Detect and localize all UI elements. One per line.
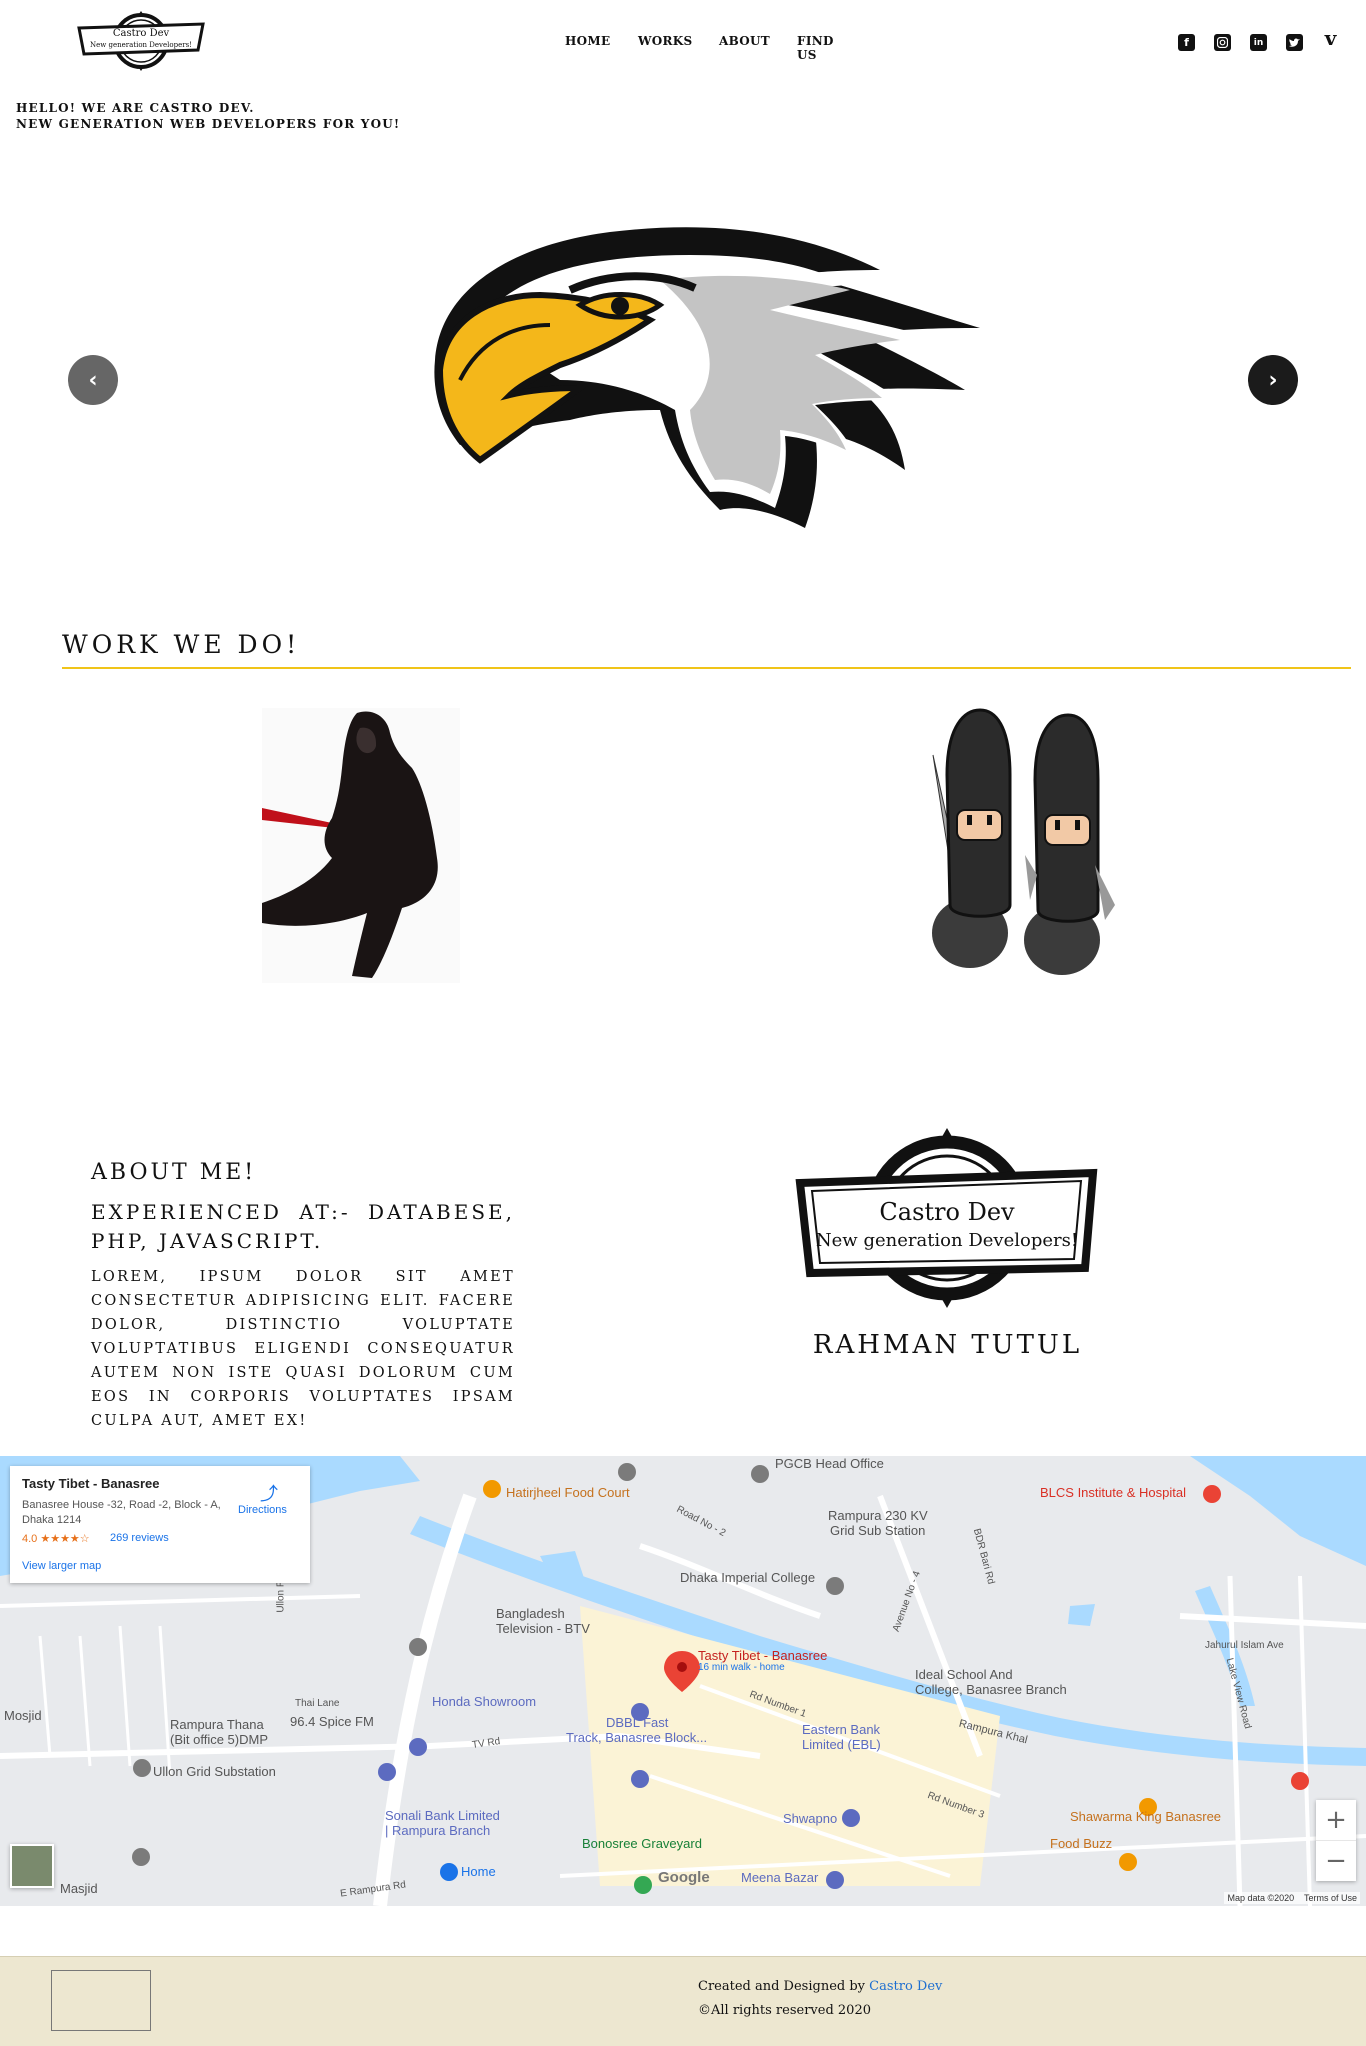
work-image-ninjas[interactable] bbox=[925, 705, 1135, 980]
nav-works[interactable]: WORKS bbox=[638, 34, 693, 48]
instagram-icon[interactable] bbox=[1214, 34, 1231, 51]
zoom-out-button[interactable]: − bbox=[1316, 1841, 1356, 1881]
map-label-honda[interactable]: Honda Showroom bbox=[432, 1694, 536, 1709]
social-links: f in v bbox=[1178, 26, 1343, 54]
carousel-prev-button[interactable]: ‹ bbox=[68, 355, 118, 405]
about-logo: Castro Dev New generation Developers! bbox=[795, 1128, 1098, 1308]
map-label-imperial[interactable]: Dhaka Imperial College bbox=[680, 1570, 815, 1585]
map-label-sonali1[interactable]: Sonali Bank Limited bbox=[385, 1808, 500, 1823]
site-logo[interactable]: Castro Dev New generation Developers! bbox=[76, 10, 206, 72]
map-label-tasty[interactable]: Tasty Tibet - Banasree bbox=[698, 1648, 827, 1663]
map-label-meena[interactable]: Meena Bazar bbox=[741, 1870, 818, 1885]
about-experience: EXPERIENCED AT:- DATABESE, PHP, JAVASCRI… bbox=[91, 1200, 515, 1253]
map-label-foodbuzz[interactable]: Food Buzz bbox=[1050, 1836, 1112, 1851]
location-map[interactable]: Hatirjheel Food Court PGCB Head Office R… bbox=[0, 1456, 1366, 1906]
map-place-title: Tasty Tibet - Banasree bbox=[22, 1476, 160, 1491]
map-attribution: Map data ©2020 Terms of Use bbox=[1224, 1892, 1360, 1904]
map-data-text: Map data ©2020 bbox=[1227, 1893, 1295, 1903]
twitter-icon[interactable] bbox=[1286, 34, 1303, 51]
satellite-toggle[interactable] bbox=[10, 1844, 54, 1888]
map-label-masjid[interactable]: Masjid bbox=[60, 1881, 98, 1896]
hero-carousel: ‹ › bbox=[0, 170, 1366, 590]
map-reviews-link[interactable]: 269 reviews bbox=[110, 1532, 169, 1544]
map-zoom-control: + − bbox=[1316, 1800, 1356, 1881]
map-label-shawarma[interactable]: Shawarma King Banasree bbox=[1070, 1809, 1221, 1824]
footer-credit: Created and Designed by Castro Dev bbox=[698, 1979, 942, 1994]
eagle-image bbox=[434, 227, 980, 529]
map-label-thana2[interactable]: (Bit office 5)DMP bbox=[170, 1732, 268, 1747]
about-logo-line1: Castro Dev bbox=[879, 1198, 1015, 1226]
footer-credit-prefix: Created and Designed by bbox=[698, 1979, 870, 1994]
map-label-hatirjheel[interactable]: Hatirjheel Food Court bbox=[506, 1485, 630, 1500]
about-heading: ABOUT ME! bbox=[91, 1160, 257, 1185]
footer-rights: ©All rights reserved 2020 bbox=[698, 2003, 871, 2018]
map-info-card: Tasty Tibet - Banasree Banasree House -3… bbox=[10, 1466, 310, 1583]
vimeo-icon[interactable]: v bbox=[1322, 26, 1339, 50]
map-label-ebl1[interactable]: Eastern Bank bbox=[802, 1722, 880, 1737]
site-logo-graphic: Castro Dev New generation Developers! bbox=[77, 11, 205, 71]
logo-line1: Castro Dev bbox=[113, 28, 170, 39]
map-label-shwapno[interactable]: Shwapno bbox=[783, 1811, 837, 1826]
owner-name: RAHMAN TUTUL bbox=[812, 1330, 1083, 1360]
map-label-ideal1[interactable]: Ideal School And bbox=[915, 1667, 1013, 1682]
map-label-thailane: Thai Lane bbox=[295, 1698, 340, 1709]
work-divider bbox=[62, 667, 1351, 669]
google-logo: Google bbox=[658, 1869, 710, 1886]
facebook-icon[interactable]: f bbox=[1178, 34, 1195, 51]
map-label-ullon[interactable]: Ullon Grid Substation bbox=[153, 1764, 276, 1779]
map-label-dbbl1[interactable]: DBBL Fast bbox=[606, 1715, 668, 1730]
map-label-pgcb[interactable]: PGCB Head Office bbox=[775, 1456, 884, 1471]
terms-of-use-link[interactable]: Terms of Use bbox=[1304, 1893, 1357, 1903]
chevron-right-icon: › bbox=[1268, 367, 1278, 393]
site-footer: Created and Designed by Castro Dev ©All … bbox=[0, 1956, 1366, 2046]
hello-line1: HELLO! WE ARE CASTRO DEV. bbox=[16, 101, 255, 115]
hero-tagline: HELLO! WE ARE CASTRO DEV. NEW GENERATION… bbox=[16, 100, 400, 132]
map-label-graveyard[interactable]: Bonosree Graveyard bbox=[582, 1836, 702, 1851]
view-larger-map-link[interactable]: View larger map bbox=[22, 1560, 101, 1572]
map-label-dbbl2[interactable]: Track, Banasree Block... bbox=[566, 1730, 707, 1745]
logo-line2: New generation Developers! bbox=[90, 41, 192, 49]
map-label-jahurul: Jahurul Islam Ave bbox=[1205, 1640, 1284, 1651]
hello-line2: NEW GENERATION WEB DEVELOPERS FOR YOU! bbox=[16, 117, 401, 131]
map-label-mosjid[interactable]: Mosjid bbox=[4, 1708, 42, 1723]
directions-icon[interactable]: ⤴ bbox=[260, 1480, 280, 1505]
map-label-ebl2[interactable]: Limited (EBL) bbox=[802, 1737, 881, 1752]
map-rating: 4.0 ★★★★☆ bbox=[22, 1533, 90, 1545]
work-image-sith[interactable] bbox=[262, 708, 460, 983]
map-label-rampura230[interactable]: Rampura 230 KV bbox=[828, 1508, 928, 1523]
nav-home[interactable]: HOME bbox=[565, 34, 610, 48]
map-place-address: Banasree House -32, Road -2, Block - A, … bbox=[22, 1499, 221, 1526]
map-label-spice[interactable]: 96.4 Spice FM bbox=[290, 1714, 374, 1729]
map-label-blcs[interactable]: BLCS Institute & Hospital bbox=[1040, 1485, 1186, 1500]
carousel-next-button[interactable]: › bbox=[1248, 355, 1298, 405]
map-label-home[interactable]: Home bbox=[461, 1864, 496, 1879]
nav-find-us[interactable]: FIND US bbox=[797, 34, 834, 62]
about-logo-line2: New generation Developers! bbox=[816, 1230, 1078, 1251]
linkedin-icon[interactable]: in bbox=[1250, 34, 1267, 51]
map-label-grid[interactable]: Grid Sub Station bbox=[830, 1523, 925, 1538]
zoom-in-button[interactable]: + bbox=[1316, 1800, 1356, 1840]
nav-about[interactable]: ABOUT bbox=[719, 34, 770, 48]
chevron-left-icon: ‹ bbox=[88, 367, 98, 393]
map-label-ideal2[interactable]: College, Banasree Branch bbox=[915, 1682, 1067, 1697]
map-label-btv2[interactable]: Television - BTV bbox=[496, 1621, 590, 1636]
directions-link[interactable]: Directions bbox=[238, 1504, 287, 1516]
map-label-sonali2[interactable]: | Rampura Branch bbox=[385, 1823, 490, 1838]
work-section-title: WORK WE DO! bbox=[62, 630, 301, 659]
about-paragraph: LOREM, IPSUM DOLOR SIT AMET CONSECTETUR … bbox=[91, 1269, 515, 1429]
footer-brand-link[interactable]: Castro Dev bbox=[869, 1979, 942, 1994]
map-label-walk: 16 min walk - home bbox=[698, 1662, 785, 1673]
footer-logo-placeholder bbox=[51, 1970, 151, 2031]
map-label-thana1[interactable]: Rampura Thana bbox=[170, 1717, 264, 1732]
map-label-btv1[interactable]: Bangladesh bbox=[496, 1606, 565, 1621]
